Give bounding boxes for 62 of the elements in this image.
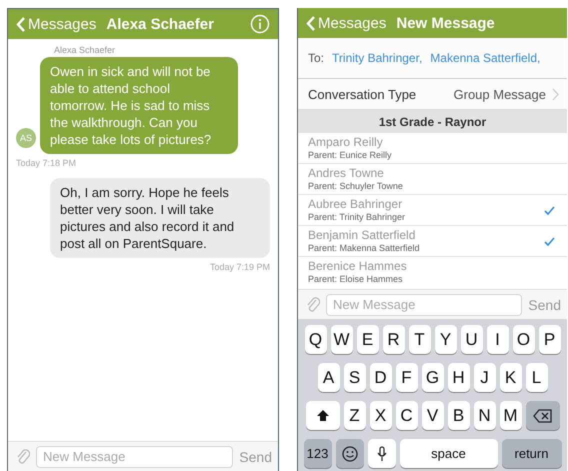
key[interactable]: H (448, 363, 470, 392)
key[interactable]: T (408, 325, 430, 354)
key[interactable]: Q (304, 325, 326, 354)
info-icon[interactable] (250, 14, 270, 34)
return-key[interactable]: return (502, 439, 562, 468)
key[interactable]: S (344, 363, 366, 392)
sender-name: Alexa Schaefer (54, 45, 116, 55)
key[interactable]: X (370, 401, 392, 430)
key[interactable]: B (448, 401, 470, 430)
conversation-title: Alexa Schaefer (106, 16, 214, 32)
to-label: To: (308, 51, 324, 65)
key[interactable]: O (512, 325, 534, 354)
key[interactable]: Y (434, 325, 456, 354)
delete-key[interactable] (526, 401, 560, 430)
parent-name: Parent: Makenna Satterfield (308, 242, 421, 254)
key[interactable]: Z (344, 401, 366, 430)
shift-icon (316, 409, 330, 422)
avatar: AS (16, 128, 36, 148)
timestamp: Today 7:18 PM (16, 158, 78, 168)
paperclip-icon[interactable] (306, 296, 320, 314)
mode-key[interactable]: 123 (304, 439, 332, 468)
key[interactable]: W (330, 325, 352, 354)
key[interactable]: D (370, 363, 392, 392)
parent-name: Parent: Eunice Reilly (308, 149, 393, 161)
key[interactable]: L (526, 363, 548, 392)
key[interactable]: A (318, 363, 340, 392)
shift-key[interactable] (306, 401, 340, 430)
section-header: 1st Grade - Raynor (378, 114, 486, 128)
mic-key[interactable] (368, 439, 396, 468)
setting-label: Conversation Type (308, 86, 416, 102)
parent-name: Parent: Trinity Bahringer (308, 211, 406, 223)
parent-name: Parent: Schuyler Towne (308, 180, 404, 192)
key[interactable]: V (422, 401, 444, 430)
key[interactable]: J (474, 363, 496, 392)
timestamp: Today 7:19 PM (210, 262, 270, 272)
key[interactable]: R (382, 325, 404, 354)
message-bubble: Oh, I am sorry. Hope he feels better very soon. I will take pictures and also record it and post all on ParentSquare. (50, 178, 270, 258)
setting-value[interactable]: Group Message (454, 86, 546, 102)
emoji-icon (342, 446, 358, 462)
backspace-icon (533, 408, 552, 422)
key[interactable]: K (500, 363, 522, 392)
parent-name: Parent: Eloise Hammes (308, 273, 404, 285)
key[interactable]: C (396, 401, 418, 430)
chevron-right-icon (552, 88, 559, 100)
key[interactable]: P (538, 325, 560, 354)
key[interactable]: I (486, 325, 508, 354)
microphone-icon (376, 446, 386, 462)
key[interactable]: N (474, 401, 496, 430)
message-field[interactable]: New Message (36, 446, 234, 468)
paperclip-icon[interactable] (16, 448, 30, 466)
conversation-title: New Message (396, 14, 495, 32)
chevron-left-icon (16, 16, 25, 32)
message-field[interactable]: New Message (326, 294, 522, 316)
key[interactable]: G (422, 363, 444, 392)
key[interactable]: E (356, 325, 378, 354)
chevron-left-icon (306, 16, 315, 30)
space-key[interactable]: space (400, 439, 498, 468)
key[interactable]: M (500, 401, 522, 430)
message-bubble: Owen in sick and will not be able to attend school tomorrow. He is sad to miss the walkthrough. Can you please take lots of pictures? (40, 57, 238, 154)
emoji-key[interactable] (336, 439, 364, 468)
key[interactable]: F (396, 363, 418, 392)
key[interactable]: U (460, 325, 482, 354)
